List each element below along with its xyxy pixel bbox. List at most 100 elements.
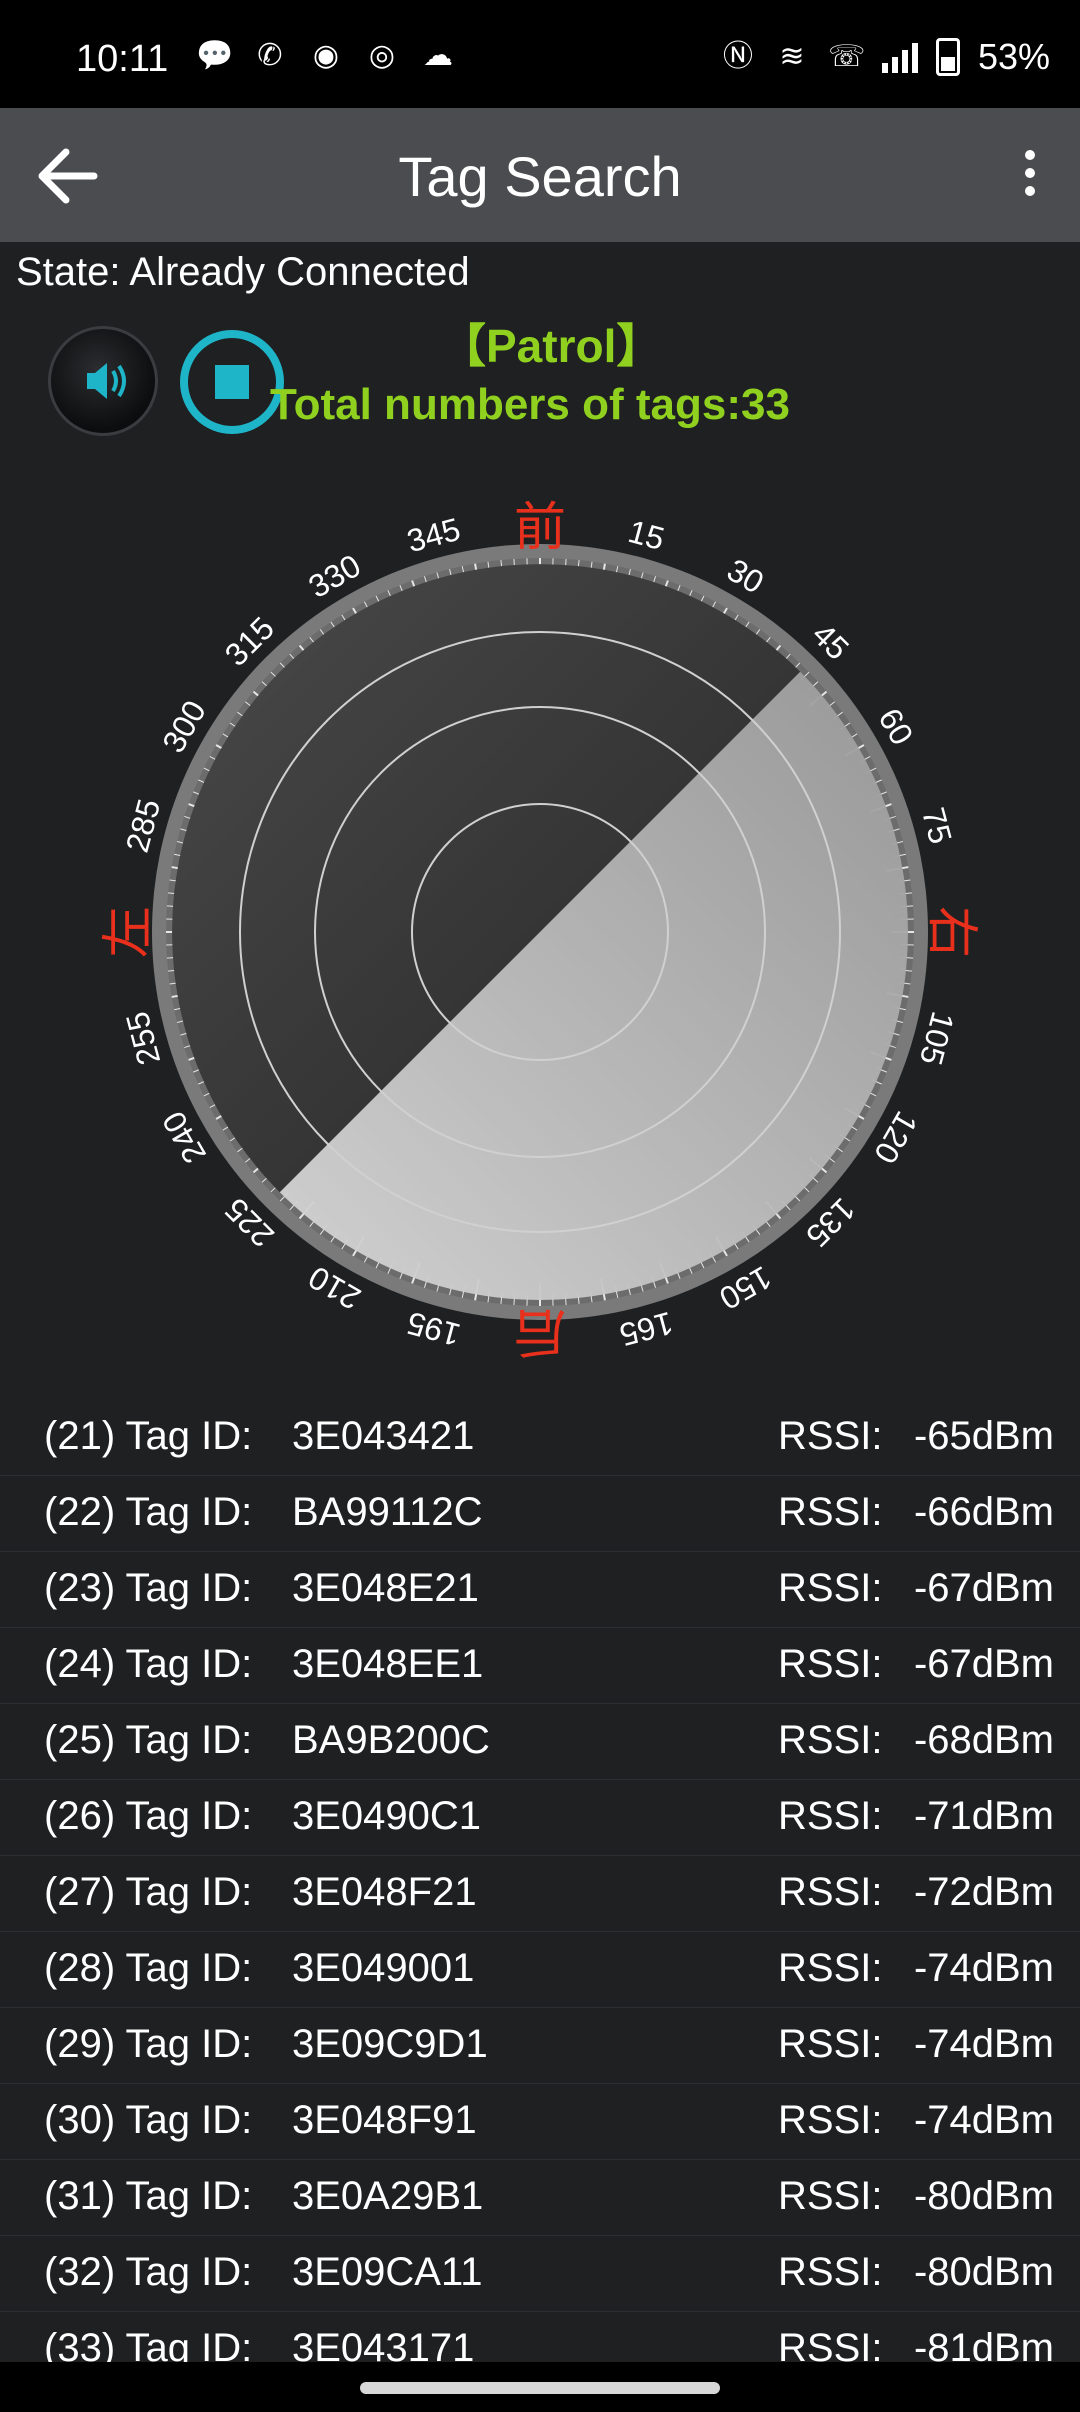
tag-id-value: 3E048F91 [292, 2098, 477, 2142]
battery-percent: 53% [977, 36, 1050, 77]
tag-row[interactable]: (27) Tag ID: 3E048F21 RSSI: -72dBm [0, 1856, 1080, 1932]
tag-index-label: (32) Tag ID: [44, 2250, 253, 2294]
missed-call-icon: ✆ [257, 39, 283, 72]
battery-icon [935, 38, 960, 76]
tag-id-value: 3E09C9D1 [292, 2022, 488, 2066]
tag-row[interactable]: (28) Tag ID: 3E049001 RSSI: -74dBm [0, 1932, 1080, 2008]
rssi-value: -71dBm [913, 1794, 1054, 1838]
rssi-value: -65dBm [913, 1414, 1054, 1458]
tag-index-label: (31) Tag ID: [44, 2174, 253, 2218]
whatsapp-icon: ◎ [368, 39, 396, 72]
tag-id-value: 3E048F21 [292, 1870, 477, 1914]
wifi-calling-icon: ☏ [827, 40, 866, 73]
direction-front: 前 [514, 498, 566, 558]
tag-row[interactable]: (31) Tag ID: 3E0A29B1 RSSI: -80dBm [0, 2160, 1080, 2236]
tag-row[interactable]: (26) Tag ID: 3E0490C1 RSSI: -71dBm [0, 1780, 1080, 1856]
rssi-label: RSSI: [778, 1718, 883, 1762]
rssi-value: -66dBm [913, 1490, 1054, 1534]
connection-state: State: Already Connected [16, 250, 470, 294]
tag-id-value: 3E043421 [292, 1414, 475, 1458]
tag-id-value: 3E0A29B1 [292, 2174, 484, 2218]
tag-index-label: (25) Tag ID: [44, 1718, 253, 1762]
system-icons: Ⓝ ≋ ☏ 53% [720, 36, 1050, 78]
rssi-value: -67dBm [913, 1566, 1054, 1610]
tag-row[interactable]: (21) Tag ID: 3E043421 RSSI: -65dBm [0, 1400, 1080, 1476]
rssi-label: RSSI: [778, 1794, 883, 1838]
radar-compass: 1530456075105120135150165195210225240255… [99, 498, 981, 1361]
tag-index-label: (26) Tag ID: [44, 1794, 253, 1838]
tag-id-value: 3E0490C1 [292, 1794, 482, 1838]
tag-row[interactable]: (24) Tag ID: 3E048EE1 RSSI: -67dBm [0, 1628, 1080, 1704]
rssi-label: RSSI: [778, 1946, 883, 1990]
app-bar: Tag Search [0, 108, 1080, 242]
tag-row[interactable]: (30) Tag ID: 3E048F91 RSSI: -74dBm [0, 2084, 1080, 2160]
chat-icon: 💬 [196, 39, 234, 72]
nfc-icon: Ⓝ [722, 40, 753, 73]
tag-list[interactable]: (21) Tag ID: 3E043421 RSSI: -65dBm (22) Tag … [0, 1400, 1080, 2388]
tag-row[interactable]: (25) Tag ID: BA9B200C RSSI: -68dBm [0, 1704, 1080, 1780]
tag-index-label: (30) Tag ID: [44, 2098, 253, 2142]
app-icon: ◉ [312, 39, 340, 72]
rssi-label: RSSI: [778, 1490, 883, 1534]
tag-id-value: 3E09CA11 [292, 2250, 483, 2294]
tag-index-label: (27) Tag ID: [44, 1870, 253, 1914]
rssi-label: RSSI: [778, 1870, 883, 1914]
total-tags-label: Total numbers of tags:33 [270, 380, 790, 429]
rssi-label: RSSI: [778, 2250, 883, 2294]
cloud-icon: ☁ [423, 39, 453, 72]
signal-icon [881, 41, 918, 73]
direction-back: 后 [514, 1301, 566, 1361]
page-title: Tag Search [398, 145, 682, 208]
rssi-value: -68dBm [913, 1718, 1054, 1762]
rssi-value: -74dBm [913, 1946, 1054, 1990]
wifi-icon: ≋ [779, 40, 805, 73]
rssi-value: -67dBm [913, 1642, 1054, 1686]
stop-icon [215, 365, 249, 399]
tag-id-value: BA9B200C [292, 1718, 490, 1762]
home-indicator[interactable] [360, 2382, 720, 2394]
mode-label: 【Patrol】 [440, 320, 663, 372]
tag-id-value: 3E048E21 [292, 1566, 479, 1610]
rssi-value: -80dBm [913, 2250, 1054, 2294]
rssi-value: -72dBm [913, 1870, 1054, 1914]
notification-icons: 💬 ✆ ◉ ◎ ☁ [196, 38, 456, 74]
speaker-icon [87, 363, 126, 399]
degree-label: 105 [913, 1008, 962, 1069]
degree-label: 195 [403, 1305, 464, 1354]
tag-index-label: (23) Tag ID: [44, 1566, 253, 1610]
overflow-menu-button[interactable] [1000, 144, 1060, 214]
tag-index-label: (24) Tag ID: [44, 1642, 253, 1686]
rssi-label: RSSI: [778, 2174, 883, 2218]
degree-label: 285 [119, 795, 168, 856]
tag-row[interactable]: (29) Tag ID: 3E09C9D1 RSSI: -74dBm [0, 2008, 1080, 2084]
tag-row[interactable]: (32) Tag ID: 3E09CA11 RSSI: -80dBm [0, 2236, 1080, 2312]
tag-row[interactable]: (23) Tag ID: 3E048E21 RSSI: -67dBm [0, 1552, 1080, 1628]
tag-id-value: 3E048EE1 [292, 1642, 484, 1686]
tag-index-label: (28) Tag ID: [44, 1946, 253, 1990]
status-time: 10:11 [76, 38, 169, 80]
tag-index-label: (29) Tag ID: [44, 2022, 253, 2066]
degree-label: 15 [625, 513, 669, 557]
tag-index-label: (22) Tag ID: [44, 1490, 253, 1534]
sound-toggle-button[interactable] [48, 326, 158, 436]
direction-left: 左 [99, 906, 159, 958]
stop-button[interactable] [180, 330, 284, 434]
rssi-label: RSSI: [778, 2022, 883, 2066]
rssi-label: RSSI: [778, 2098, 883, 2142]
rssi-label: RSSI: [778, 1566, 883, 1610]
tag-id-value: 3E049001 [292, 1946, 475, 1990]
rssi-value: -74dBm [913, 2098, 1054, 2142]
degree-label: 75 [915, 804, 959, 848]
tag-row[interactable]: (22) Tag ID: BA99112C RSSI: -66dBm [0, 1476, 1080, 1552]
status-bar: 10:11 💬 ✆ ◉ ◎ ☁ Ⓝ ≋ ☏ 53% [0, 0, 1080, 108]
degree-label: 165 [616, 1305, 677, 1354]
degree-label: 345 [403, 511, 464, 560]
tag-index-label: (21) Tag ID: [44, 1414, 253, 1458]
direction-right: 右 [921, 906, 981, 958]
rssi-value: -74dBm [913, 2022, 1054, 2066]
degree-label: 255 [119, 1008, 168, 1069]
rssi-label: RSSI: [778, 1414, 883, 1458]
rssi-value: -80dBm [913, 2174, 1054, 2218]
tag-id-value: BA99112C [292, 1490, 483, 1534]
rssi-label: RSSI: [778, 1642, 883, 1686]
